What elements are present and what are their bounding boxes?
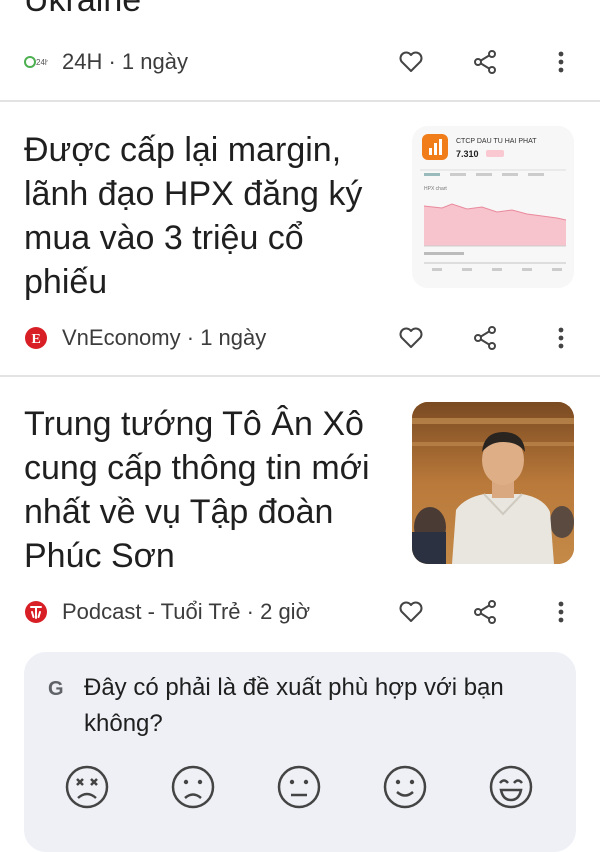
very-satisfied-icon[interactable] — [488, 764, 534, 810]
heart-outline-icon[interactable] — [393, 320, 429, 356]
source-and-time: VnEconomy · 1 ngày — [62, 325, 267, 350]
article-meta-row: Podcast - Tuổi Trẻ · 2 giờ — [0, 592, 600, 632]
svg-text:7.310: 7.310 — [456, 149, 479, 159]
heart-outline-icon[interactable] — [393, 594, 429, 630]
source-and-time: Podcast - Tuổi Trẻ · 2 giờ — [62, 599, 310, 624]
divider — [0, 375, 600, 377]
source-logo-vneconomy: E — [24, 326, 48, 350]
satisfied-icon[interactable] — [382, 764, 428, 810]
article-thumbnail[interactable]: CTCP DAU TU HAI PHAT 7.310 HPX chart — [412, 126, 574, 288]
source-logo-tuoitre — [24, 600, 48, 624]
feedback-question: Đây có phải là đề xuất phù hợp với bạn k… — [84, 674, 504, 737]
article-title[interactable]: Trung tướng Tô Ân Xô cung cấp thông tin … — [24, 402, 394, 578]
svg-text:24h: 24h — [36, 58, 48, 67]
dissatisfied-icon[interactable] — [170, 764, 216, 810]
svg-text:CTCP DAU TU HAI PHAT: CTCP DAU TU HAI PHAT — [456, 138, 537, 145]
divider — [0, 100, 600, 102]
share-icon[interactable] — [467, 320, 503, 356]
source-logo-24h: 24h — [24, 50, 48, 74]
feedback-card: G Đây có phải là đề xuất phù hợp với bạn… — [24, 652, 576, 852]
svg-text:E: E — [32, 332, 41, 347]
google-g-icon: G — [48, 678, 64, 700]
share-icon[interactable] — [467, 44, 503, 80]
more-vert-icon[interactable] — [543, 594, 579, 630]
article-meta-row: E VnEconomy · 1 ngày — [0, 318, 600, 358]
source-and-time: 24H · 1 ngày — [62, 49, 188, 74]
more-vert-icon[interactable] — [543, 320, 579, 356]
more-vert-icon[interactable] — [543, 44, 579, 80]
article-title[interactable]: Được cấp lại margin, lãnh đạo HPX đăng k… — [24, 128, 394, 304]
article-meta-row: 24h 24H · 1 ngày — [0, 42, 600, 82]
neutral-icon[interactable] — [276, 764, 322, 810]
heart-outline-icon[interactable] — [393, 44, 429, 80]
very-dissatisfied-icon[interactable] — [64, 764, 110, 810]
article-title-partial[interactable]: Ukraine — [24, 0, 141, 22]
svg-text:HPX chart: HPX chart — [424, 186, 447, 192]
share-icon[interactable] — [467, 594, 503, 630]
article-thumbnail-photo[interactable] — [412, 402, 574, 564]
